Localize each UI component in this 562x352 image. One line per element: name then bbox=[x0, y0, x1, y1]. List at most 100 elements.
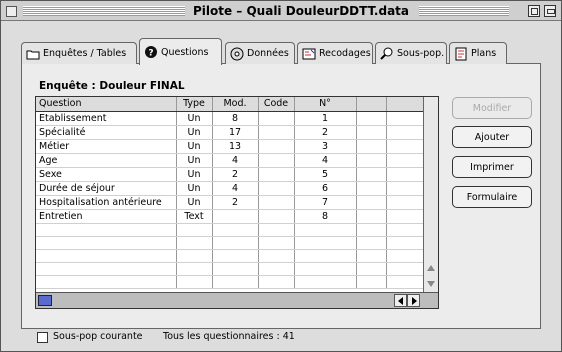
tab-label: Plans bbox=[471, 48, 497, 59]
scroll-right-button[interactable] bbox=[407, 294, 420, 307]
tab-label: Recodages bbox=[319, 48, 371, 59]
column-header-num[interactable]: N° bbox=[294, 97, 357, 112]
imprimer-button[interactable]: Imprimer bbox=[452, 156, 532, 178]
cell-code bbox=[258, 195, 295, 210]
collapse-box[interactable] bbox=[544, 5, 556, 17]
cell-mod bbox=[212, 209, 259, 224]
column-header-empty bbox=[386, 97, 424, 112]
empty-cell bbox=[356, 275, 387, 289]
empty-cell bbox=[356, 209, 387, 224]
scroll-thumb[interactable] bbox=[38, 295, 52, 306]
notepad-icon bbox=[454, 47, 468, 61]
tab-donnees[interactable]: Données bbox=[225, 42, 295, 64]
cell-num: 1 bbox=[294, 111, 357, 126]
table-row[interactable]: Spécialité Un 17 2 bbox=[36, 125, 424, 140]
empty-cell bbox=[294, 249, 357, 263]
tab-enquetes-tables[interactable]: Enquêtes / Tables bbox=[21, 42, 137, 64]
cell-code bbox=[258, 111, 295, 126]
title-stripes bbox=[23, 6, 191, 16]
table-row[interactable]: Entretien Text 8 bbox=[36, 209, 424, 224]
tab-plans[interactable]: Plans bbox=[449, 42, 507, 64]
cell-type: Un bbox=[176, 181, 213, 196]
table-row[interactable]: Age Un 4 4 bbox=[36, 153, 424, 168]
empty-cell bbox=[176, 236, 213, 250]
scroll-up-arrow-icon[interactable] bbox=[427, 265, 435, 271]
cell-type: Un bbox=[176, 153, 213, 168]
empty-cell bbox=[386, 195, 424, 210]
cell-type: Un bbox=[176, 111, 213, 126]
cell-num: 7 bbox=[294, 195, 357, 210]
empty-table-row[interactable] bbox=[36, 236, 424, 250]
cell-mod: 4 bbox=[212, 153, 259, 168]
table-row[interactable]: Métier Un 13 3 bbox=[36, 139, 424, 154]
vertical-scrollbar[interactable] bbox=[423, 97, 438, 293]
empty-cell bbox=[36, 236, 177, 250]
empty-table-row[interactable] bbox=[36, 275, 424, 289]
cell-num: 6 bbox=[294, 181, 357, 196]
tab-sous-pop[interactable]: Sous-pop. bbox=[375, 42, 447, 64]
tab-label: Enquêtes / Tables bbox=[43, 48, 127, 59]
column-header-type[interactable]: Type bbox=[176, 97, 213, 112]
zoom-box[interactable] bbox=[528, 5, 540, 17]
empty-cell bbox=[294, 236, 357, 250]
empty-cell bbox=[36, 275, 177, 289]
table-row[interactable]: Hospitalisation antérieure Un 2 7 bbox=[36, 195, 424, 210]
empty-cell bbox=[258, 262, 295, 276]
empty-cell bbox=[386, 181, 424, 196]
empty-table-row[interactable] bbox=[36, 249, 424, 263]
empty-cell bbox=[294, 275, 357, 289]
empty-cell bbox=[356, 167, 387, 182]
cell-num: 4 bbox=[294, 153, 357, 168]
empty-cell bbox=[36, 223, 177, 237]
cell-question: Entretien bbox=[36, 209, 177, 224]
cell-type: Text bbox=[176, 209, 213, 224]
horizontal-scrollbar[interactable] bbox=[36, 292, 438, 308]
scroll-left-button[interactable] bbox=[394, 294, 407, 307]
close-box[interactable] bbox=[6, 6, 17, 17]
empty-cell bbox=[386, 262, 424, 276]
scroll-down-arrow-icon[interactable] bbox=[427, 281, 435, 287]
cell-mod: 2 bbox=[212, 195, 259, 210]
formulaire-button[interactable]: Formulaire bbox=[452, 186, 532, 208]
empty-cell bbox=[356, 125, 387, 140]
empty-cell bbox=[258, 275, 295, 289]
table-header-row: Question Type Mod. Code N° bbox=[36, 97, 424, 112]
modifier-button[interactable]: Modifier bbox=[452, 97, 532, 119]
title-bar[interactable]: Pilote – Quali DouleurDDTT.data bbox=[1, 1, 561, 21]
questions-table[interactable]: Question Type Mod. Code N° Etablissement… bbox=[35, 96, 439, 309]
empty-cell bbox=[212, 249, 259, 263]
window-title: Pilote – Quali DouleurDDTT.data bbox=[185, 3, 417, 19]
tab-questions[interactable]: ? Questions bbox=[139, 38, 222, 65]
cell-code bbox=[258, 153, 295, 168]
column-header-question[interactable]: Question bbox=[36, 97, 177, 112]
ajouter-button[interactable]: Ajouter bbox=[452, 126, 532, 148]
empty-cell bbox=[356, 153, 387, 168]
table-row[interactable]: Etablissement Un 8 1 bbox=[36, 111, 424, 126]
survey-title: Enquête : Douleur FINAL bbox=[39, 80, 185, 92]
column-header-code[interactable]: Code bbox=[258, 97, 295, 112]
app-window: Pilote – Quali DouleurDDTT.data Enquêtes… bbox=[0, 0, 562, 352]
questions-grid: Question Type Mod. Code N° Etablissement… bbox=[36, 97, 424, 289]
empty-cell bbox=[294, 262, 357, 276]
empty-cell bbox=[386, 249, 424, 263]
cell-mod: 2 bbox=[212, 167, 259, 182]
empty-cell bbox=[176, 262, 213, 276]
column-header-mod[interactable]: Mod. bbox=[212, 97, 259, 112]
cell-mod: 13 bbox=[212, 139, 259, 154]
empty-cell bbox=[176, 275, 213, 289]
cell-type: Un bbox=[176, 139, 213, 154]
table-row[interactable]: Sexe Un 2 5 bbox=[36, 167, 424, 182]
sous-pop-checkbox[interactable] bbox=[37, 332, 48, 343]
tab-recodages[interactable]: Recodages bbox=[297, 42, 373, 64]
cell-mod: 4 bbox=[212, 181, 259, 196]
empty-cell bbox=[212, 236, 259, 250]
column-header-empty bbox=[356, 97, 387, 112]
cell-num: 5 bbox=[294, 167, 357, 182]
empty-cell bbox=[356, 139, 387, 154]
empty-table-row[interactable] bbox=[36, 262, 424, 276]
cell-num: 8 bbox=[294, 209, 357, 224]
cell-question: Etablissement bbox=[36, 111, 177, 126]
question-icon: ? bbox=[144, 45, 158, 59]
table-row[interactable]: Durée de séjour Un 4 6 bbox=[36, 181, 424, 196]
empty-table-row[interactable] bbox=[36, 223, 424, 237]
